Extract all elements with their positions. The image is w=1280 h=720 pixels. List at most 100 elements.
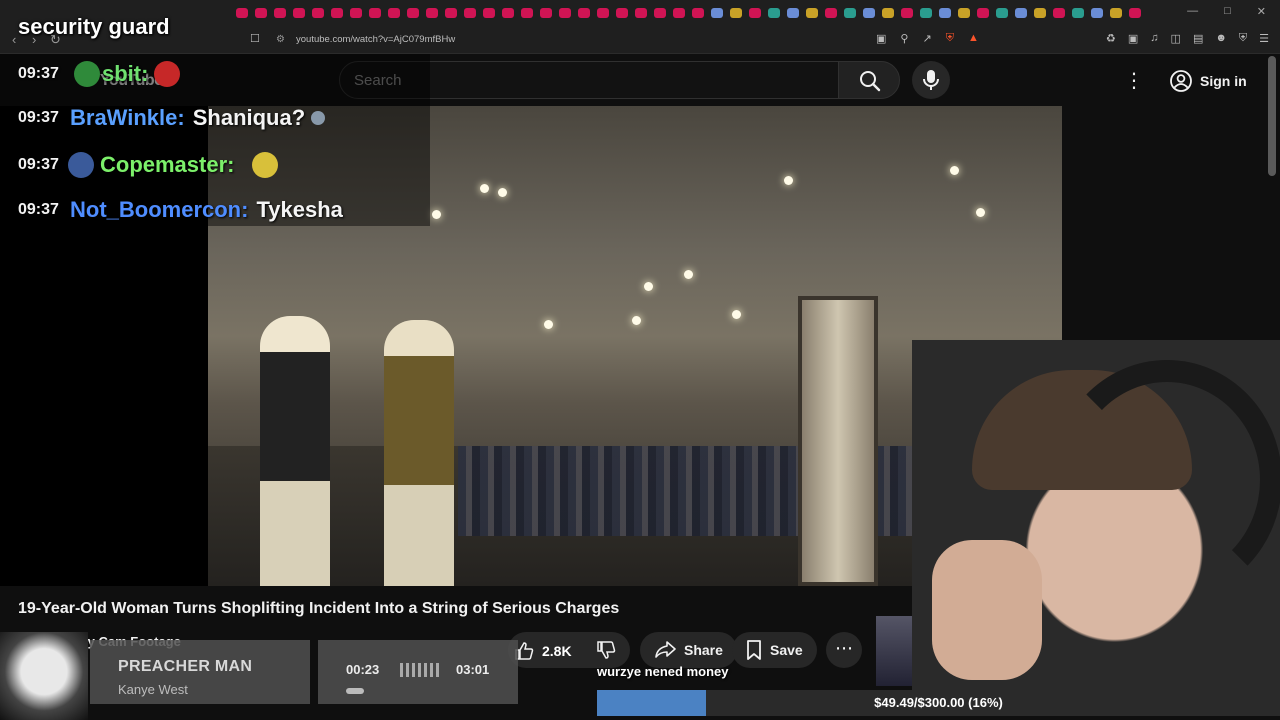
- share-page-icon[interactable]: ↗: [922, 32, 931, 45]
- tab-favicon-icon[interactable]: [331, 8, 343, 18]
- tab-favicon-icon[interactable]: [863, 8, 875, 18]
- tab-favicon-icon[interactable]: [502, 8, 514, 18]
- tab-favicon-icon[interactable]: [673, 8, 685, 18]
- vpn-icon[interactable]: ⛨: [1239, 32, 1247, 45]
- small-thumbnail: [876, 616, 912, 686]
- tab-favicon-icon[interactable]: [825, 8, 837, 18]
- tab-favicon-icon[interactable]: [1072, 8, 1084, 18]
- tab-favicon-icon[interactable]: [901, 8, 913, 18]
- streamer-webcam: [912, 340, 1280, 690]
- brave-rewards-icon[interactable]: ▲: [968, 32, 979, 45]
- tab-favicon-icon[interactable]: [369, 8, 381, 18]
- tab-favicon-icon[interactable]: [445, 8, 457, 18]
- tab-favicon-icon[interactable]: [616, 8, 628, 18]
- voice-search-button[interactable]: [912, 61, 950, 99]
- zoom-icon[interactable]: ⚲: [900, 32, 908, 45]
- tab-favicon-icon[interactable]: [692, 8, 704, 18]
- tab-favicon-icon[interactable]: [939, 8, 951, 18]
- more-actions-button[interactable]: ⋯: [826, 632, 862, 668]
- music-icon[interactable]: ♫: [1150, 32, 1158, 45]
- tab-favicon-icon[interactable]: [635, 8, 647, 18]
- now-playing-widget: PREACHER MAN Kanye West: [90, 640, 310, 704]
- tab-favicon-icon[interactable]: [350, 8, 362, 18]
- tab-favicon-icon[interactable]: [844, 8, 856, 18]
- streamer-hand: [932, 540, 1042, 680]
- tab-favicon-icon[interactable]: [654, 8, 666, 18]
- ceiling-light: [784, 176, 793, 185]
- audio-bars-icon: [400, 663, 439, 677]
- profile-icon[interactable]: ☻: [1215, 32, 1227, 45]
- chat-username: sbit:: [102, 61, 149, 86]
- chat-text: Shaniqua?: [192, 105, 306, 130]
- tab-favicon-icon[interactable]: [958, 8, 970, 18]
- tab-favicon-icon[interactable]: [255, 8, 267, 18]
- tab-favicon-icon[interactable]: [426, 8, 438, 18]
- ceiling-light: [684, 270, 693, 279]
- tab-favicons[interactable]: [236, 8, 1156, 18]
- dislike-button[interactable]: [596, 640, 616, 665]
- tab-favicon-icon[interactable]: [1053, 8, 1065, 18]
- mannequin-right: [384, 320, 454, 586]
- tab-favicon-icon[interactable]: [1034, 8, 1046, 18]
- tab-favicon-icon[interactable]: [540, 8, 552, 18]
- tab-favicon-icon[interactable]: [388, 8, 400, 18]
- song-artist: Kanye West: [118, 682, 188, 697]
- page-scrollbar[interactable]: [1268, 56, 1276, 176]
- tab-favicon-icon[interactable]: [730, 8, 742, 18]
- tab-favicon-icon[interactable]: [1091, 8, 1103, 18]
- tab-favicon-icon[interactable]: [483, 8, 495, 18]
- tab-favicon-icon[interactable]: [521, 8, 533, 18]
- tab-favicon-icon[interactable]: [749, 8, 761, 18]
- close-icon[interactable]: ✕: [1257, 5, 1266, 18]
- chat-timestamp: 09:37: [18, 156, 59, 173]
- account-icon: [1170, 70, 1192, 92]
- back-icon[interactable]: ‹: [12, 32, 16, 47]
- tab-favicon-icon[interactable]: [597, 8, 609, 18]
- tab-favicon-icon[interactable]: [464, 8, 476, 18]
- chat-message: 09:37 sbit:: [18, 59, 181, 89]
- tab-favicon-icon[interactable]: [236, 8, 248, 18]
- like-button[interactable]: 2.8K: [514, 641, 572, 661]
- tab-favicon-icon[interactable]: [977, 8, 989, 18]
- cast-icon[interactable]: ▣: [876, 32, 886, 45]
- site-info-icon[interactable]: ⚙: [276, 30, 285, 50]
- search-button[interactable]: [838, 61, 900, 99]
- extensions-icon[interactable]: ♻: [1106, 32, 1116, 45]
- tab-favicon-icon[interactable]: [407, 8, 419, 18]
- tab-favicon-icon[interactable]: [711, 8, 723, 18]
- bookmark-save-icon: [747, 640, 761, 660]
- sign-in-button[interactable]: Sign in: [1164, 65, 1259, 97]
- minimize-icon[interactable]: —: [1187, 5, 1198, 18]
- tab-favicon-icon[interactable]: [806, 8, 818, 18]
- tab-favicon-icon[interactable]: [578, 8, 590, 18]
- sidebar-icon[interactable]: ◫: [1171, 32, 1181, 45]
- save-button[interactable]: Save: [732, 632, 817, 668]
- tab-favicon-icon[interactable]: [787, 8, 799, 18]
- menu-icon[interactable]: ☰: [1259, 32, 1269, 45]
- user-badge-icon: [68, 152, 94, 178]
- song-progress-bar: [346, 688, 364, 694]
- tab-favicon-icon[interactable]: [312, 8, 324, 18]
- wallet-icon[interactable]: ▤: [1193, 32, 1203, 45]
- tab-favicon-icon[interactable]: [559, 8, 571, 18]
- tab-favicon-icon[interactable]: [274, 8, 286, 18]
- tab-favicon-icon[interactable]: [996, 8, 1008, 18]
- window-controls[interactable]: — □ ✕: [1187, 5, 1266, 18]
- maximize-icon[interactable]: □: [1224, 5, 1231, 18]
- tab-favicon-icon[interactable]: [1129, 8, 1141, 18]
- extension-icons: ♻ ▣ ♫ ◫ ▤ ☻ ⛨ ☰: [1106, 32, 1269, 45]
- bookmark-icon[interactable]: ☐: [250, 32, 260, 45]
- settings-menu-button[interactable]: ⋮: [1124, 68, 1144, 92]
- tab-favicon-icon[interactable]: [293, 8, 305, 18]
- tab-favicon-icon[interactable]: [882, 8, 894, 18]
- tab-favicon-icon[interactable]: [920, 8, 932, 18]
- tab-favicon-icon[interactable]: [768, 8, 780, 18]
- thumbs-down-icon: [597, 641, 616, 659]
- tab-favicon-icon[interactable]: [1015, 8, 1027, 18]
- share-button[interactable]: Share: [640, 632, 737, 668]
- tab-favicon-icon[interactable]: [1110, 8, 1122, 18]
- chat-username: Copemaster:: [100, 152, 235, 177]
- ceiling-light: [480, 184, 489, 193]
- brave-shield-icon[interactable]: ⛨: [946, 32, 954, 45]
- screenshot-icon[interactable]: ▣: [1128, 32, 1138, 45]
